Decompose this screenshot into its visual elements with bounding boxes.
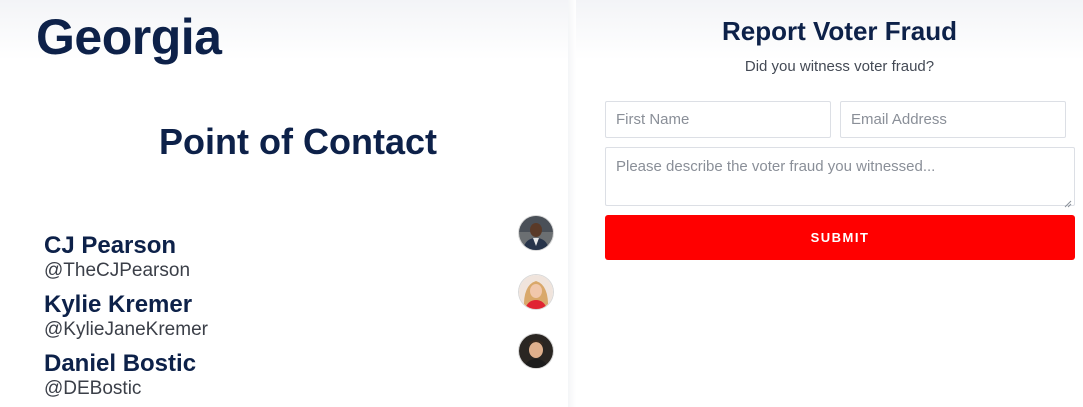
contact-item: CJ Pearson @TheCJPearson	[44, 216, 564, 288]
column-divider	[568, 0, 576, 407]
point-of-contact-heading: Point of Contact	[159, 121, 437, 162]
contact-item: Daniel Bostic @DEBostic	[44, 334, 564, 406]
description-textarea[interactable]	[605, 147, 1075, 206]
avatar	[519, 216, 553, 250]
form-subtitle: Did you witness voter fraud?	[744, 58, 935, 75]
contact-name: CJ Pearson	[44, 232, 177, 259]
contact-handle[interactable]: @DEBostic	[44, 378, 141, 400]
contact-item: Kylie Kremer @KylieJaneKremer	[44, 275, 564, 347]
avatar	[519, 275, 553, 309]
state-title: Georgia	[36, 9, 222, 65]
resize-handle-icon[interactable]	[1064, 195, 1072, 208]
submit-button[interactable]: SUBMIT	[605, 215, 1075, 260]
email-input[interactable]	[840, 101, 1066, 138]
contact-name: Kylie Kremer	[44, 291, 193, 318]
form-title: Report Voter Fraud	[722, 16, 957, 46]
avatar	[519, 334, 553, 368]
first-name-input[interactable]	[605, 101, 831, 138]
contact-handle[interactable]: @TheCJPearson	[44, 260, 190, 282]
contact-name: Daniel Bostic	[44, 350, 197, 377]
contact-handle[interactable]: @KylieJaneKremer	[44, 319, 208, 341]
